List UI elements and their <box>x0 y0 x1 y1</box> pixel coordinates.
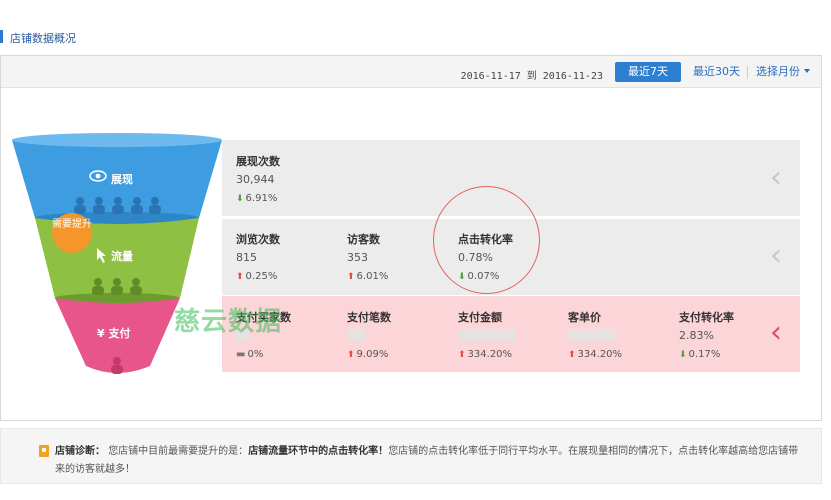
page-title: 店铺数据概况 <box>10 30 76 46</box>
arrow-up-icon: ⬆ <box>347 350 355 360</box>
metric-value-hidden <box>568 329 616 342</box>
metric-change: ⬆334.20% <box>568 349 622 360</box>
metric-change: ⬆6.01% <box>347 271 388 282</box>
metric-change: ⬆0.25% <box>236 271 277 282</box>
metric-label: 支付转化率 <box>679 309 734 325</box>
arrow-up-icon: ⬆ <box>458 350 466 360</box>
last-7-days-button[interactable]: 最近7天 <box>615 62 681 82</box>
diagnosis-intro: 您店铺中目前最需要提升的是： <box>108 446 248 457</box>
blurred-value <box>347 329 365 341</box>
date-start: 2016-11-17 <box>461 71 521 82</box>
metric-label: 客单价 <box>568 309 601 325</box>
metric-value-hidden <box>347 329 365 342</box>
blurred-value <box>458 329 516 341</box>
select-month-dropdown[interactable]: 选择月份 <box>756 62 810 82</box>
metric-label: 支付金额 <box>458 309 502 325</box>
currency-icon: ¥ <box>97 327 105 340</box>
metric-change: ⬆334.20% <box>458 349 512 360</box>
arrow-up-icon: ⬆ <box>236 272 244 282</box>
metric-label: 访客数 <box>347 231 380 247</box>
metric-change: ⬆9.09% <box>347 349 388 360</box>
arrow-up-icon: ⬆ <box>568 350 576 360</box>
arrow-up-icon: ⬆ <box>347 272 355 282</box>
metric-label: 支付笔数 <box>347 309 391 325</box>
title-accent <box>0 30 3 43</box>
blurred-value <box>568 329 616 341</box>
expand-chevron-left-icon[interactable]: ‹ <box>770 318 782 348</box>
last-30-days-button[interactable]: 最近30天 <box>693 62 740 82</box>
funnel-stage-payment: ¥ 支付 <box>97 325 131 341</box>
section-title-bar: 店铺数据概况 <box>0 28 831 46</box>
needs-improvement-badge: 需要提升 <box>52 213 92 253</box>
diagnosis-label: 店铺诊断： <box>55 446 105 457</box>
metric-value: 2.83% <box>679 329 714 342</box>
metric-value: 353 <box>347 251 368 264</box>
metric-value-hidden <box>458 329 516 342</box>
metric-label: 展现次数 <box>236 153 280 169</box>
metric-change: ⬇0.17% <box>679 349 720 360</box>
funnel-stage-impressions: 展现 <box>111 171 133 187</box>
arrow-down-icon: ⬇ <box>679 350 687 360</box>
metric-change: ⬇6.91% <box>236 193 277 204</box>
caret-down-icon <box>804 69 810 73</box>
select-month-label: 选择月份 <box>756 65 800 78</box>
flat-icon: ▬ <box>236 349 245 360</box>
funnel-stage-payment-label: 支付 <box>109 327 131 340</box>
shop-diagnosis-box: 店铺诊断： 您店铺中目前最需要提升的是：店铺流量环节中的点击转化率！您店铺的点击… <box>0 428 822 484</box>
arrow-down-icon: ⬇ <box>236 194 244 204</box>
clipboard-icon <box>39 445 49 457</box>
collapse-chevron-left-icon[interactable]: ‹ <box>770 241 782 271</box>
metric-label: 浏览次数 <box>236 231 280 247</box>
shop-overview-page: 店铺数据概况 2016-11-17 到 2016-11-23 最近7天 最近30天 … <box>0 0 831 500</box>
metric-value: 815 <box>236 251 257 264</box>
diagnosis-text: 店铺诊断： 您店铺中目前最需要提升的是：店铺流量环节中的点击转化率！您店铺的点击… <box>55 443 805 479</box>
watermark: 慈云数据 <box>174 301 282 338</box>
date-end: 2016-11-23 <box>543 71 603 82</box>
highlight-circle <box>433 186 540 294</box>
date-toolbar: 2016-11-17 到 2016-11-23 最近7天 最近30天 选择月份 <box>1 56 821 88</box>
date-range: 2016-11-17 到 2016-11-23 <box>461 67 603 82</box>
metric-value: 30,944 <box>236 173 275 186</box>
collapse-chevron-left-icon[interactable]: ‹ <box>770 163 782 193</box>
toolbar-divider <box>747 66 748 79</box>
funnel-stage-traffic: 流量 <box>111 248 133 264</box>
diagnosis-highlight: 店铺流量环节中的点击转化率！ <box>248 446 388 457</box>
metric-change: ▬0% <box>236 349 263 360</box>
people-icon <box>92 278 142 295</box>
date-separator: 到 <box>527 71 537 82</box>
